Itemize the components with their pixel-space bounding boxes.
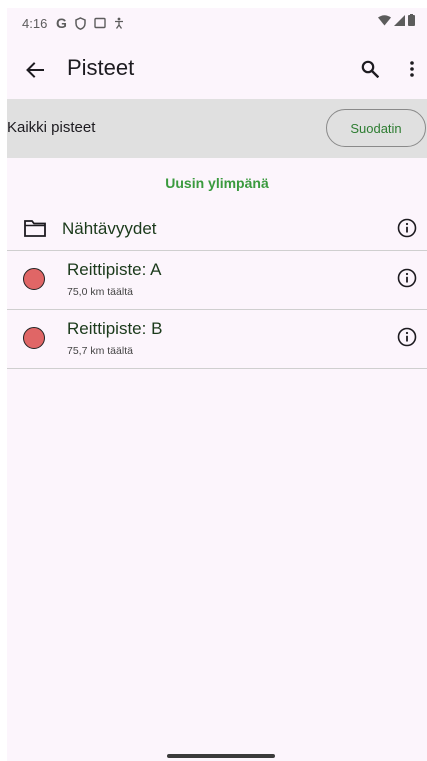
waypoint-marker-icon bbox=[23, 327, 45, 349]
info-icon[interactable] bbox=[397, 218, 417, 238]
search-icon bbox=[361, 60, 379, 78]
info-icon[interactable] bbox=[397, 327, 417, 347]
waypoint-distance: 75,0 km täältä bbox=[67, 286, 133, 298]
filter-button[interactable]: Suodatin bbox=[326, 109, 426, 147]
app-screen: 4:16 G Pisteet Kaikki pisteet Suodatin U… bbox=[7, 8, 427, 761]
more-vert-icon bbox=[410, 61, 414, 77]
app-bar: Pisteet bbox=[7, 42, 427, 98]
filter-bar: Kaikki pisteet Suodatin bbox=[7, 99, 427, 158]
waypoint-row[interactable]: Reittipiste: A 75,0 km täältä bbox=[7, 251, 427, 310]
wifi-icon bbox=[378, 14, 391, 25]
screen-icon bbox=[94, 17, 106, 29]
folder-row[interactable]: Nähtävyydet bbox=[7, 208, 427, 251]
signal-icon bbox=[394, 14, 405, 26]
waypoint-marker-icon bbox=[23, 268, 45, 290]
waypoint-distance: 75,7 km täältä bbox=[67, 345, 133, 357]
more-options-button[interactable] bbox=[401, 56, 423, 82]
sort-order-label[interactable]: Uusin ylimpänä bbox=[7, 175, 427, 191]
status-notification-icons: G bbox=[56, 15, 124, 31]
info-icon[interactable] bbox=[397, 268, 417, 288]
status-time: 4:16 bbox=[22, 16, 48, 31]
battery-icon bbox=[408, 14, 415, 26]
shield-icon bbox=[75, 16, 86, 30]
accessibility-icon bbox=[114, 17, 123, 29]
status-bar: 4:16 G bbox=[7, 8, 427, 42]
arrow-back-icon bbox=[26, 62, 44, 78]
page-title: Pisteet bbox=[67, 55, 135, 80]
google-icon: G bbox=[56, 15, 67, 31]
folder-label: Nähtävyydet bbox=[62, 219, 157, 238]
back-button[interactable] bbox=[21, 56, 49, 84]
waypoint-title: Reittipiste: A bbox=[67, 260, 162, 279]
folder-icon bbox=[24, 220, 46, 237]
home-indicator[interactable] bbox=[167, 754, 275, 758]
status-system-icons bbox=[378, 14, 415, 26]
waypoint-row[interactable]: Reittipiste: B 75,7 km täältä bbox=[7, 310, 427, 369]
search-button[interactable] bbox=[357, 56, 383, 82]
waypoint-title: Reittipiste: B bbox=[67, 319, 163, 338]
filter-label: Kaikki pisteet bbox=[7, 119, 96, 136]
